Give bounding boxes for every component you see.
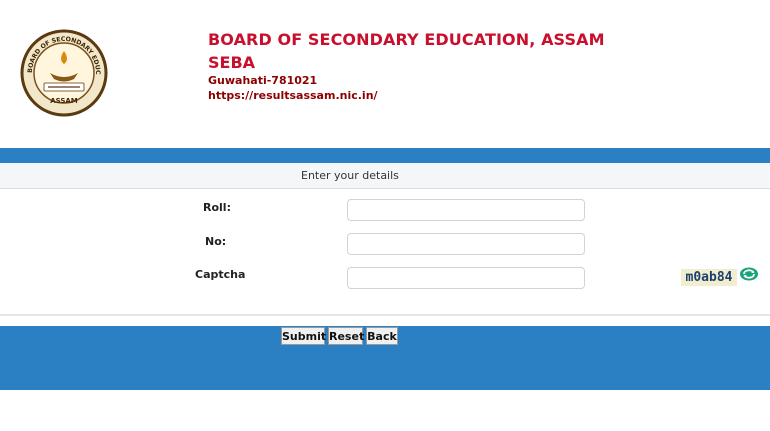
- captcha-image: m0ab84: [681, 269, 737, 286]
- board-address: Guwahati-781021: [208, 74, 318, 87]
- form-heading: Enter your details: [301, 169, 399, 182]
- form-divider: [0, 314, 770, 316]
- board-title: BOARD OF SECONDARY EDUCATION, ASSAM: [208, 30, 605, 49]
- seba-logo: BOARD OF SECONDARY EDUCATION ASSAM: [20, 29, 108, 117]
- svg-text:ASSAM: ASSAM: [50, 97, 78, 105]
- captcha-input[interactable]: [347, 267, 585, 289]
- board-url: https://resultsassam.nic.in/: [208, 89, 378, 102]
- page-header: BOARD OF SECONDARY EDUCATION ASSAM BOARD…: [0, 0, 770, 148]
- refresh-icon[interactable]: [739, 266, 759, 282]
- reset-button[interactable]: Reset: [328, 327, 364, 345]
- roll-label: Roll:: [203, 201, 231, 214]
- form-heading-bar: Enter your details: [0, 163, 770, 189]
- submit-button[interactable]: Submit: [281, 327, 326, 345]
- top-blue-bar: [0, 148, 770, 163]
- board-subtitle: SEBA: [208, 53, 256, 72]
- no-input[interactable]: [347, 233, 585, 255]
- no-label: No:: [205, 235, 227, 248]
- roll-input[interactable]: [347, 199, 585, 221]
- captcha-label: Captcha: [195, 268, 246, 281]
- back-button[interactable]: Back: [366, 327, 398, 345]
